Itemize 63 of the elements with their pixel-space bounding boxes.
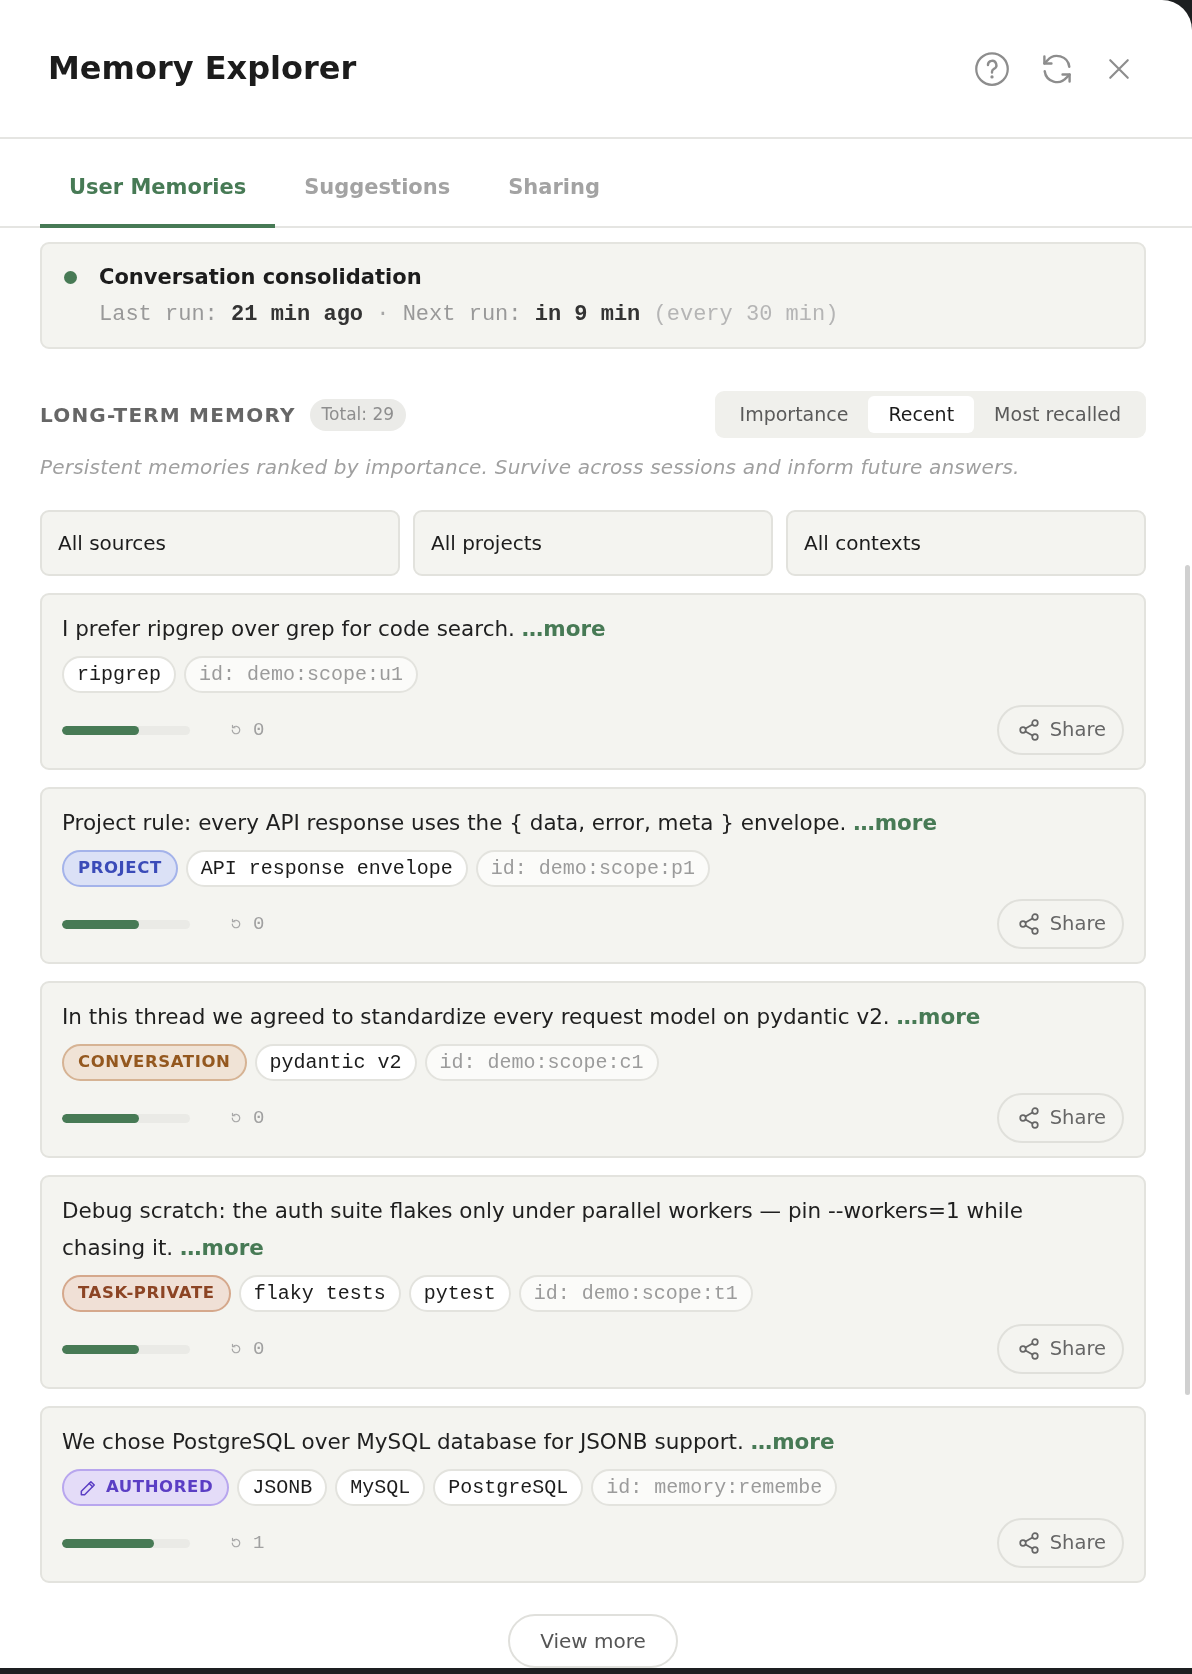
share-button[interactable]: Share: [996, 1518, 1124, 1568]
sort-option[interactable]: Recent: [868, 396, 975, 433]
keyword-tag: pydantic v2: [254, 1044, 417, 1081]
scope-tag: CONVERSATION: [62, 1044, 247, 1081]
keyword-tag: JSONB: [237, 1469, 328, 1506]
section-title: LONG-TERM MEMORY: [40, 401, 296, 429]
more-link[interactable]: …more: [853, 810, 938, 835]
cycle-arrow-icon: [230, 1343, 242, 1355]
recall-count: 0: [253, 717, 265, 743]
window-title: Memory Explorer: [48, 49, 357, 88]
filter-dropdown[interactable]: All sources: [40, 510, 400, 576]
cycle-arrow-icon: [230, 1112, 242, 1124]
memory-text: We chose PostgreSQL over MySQL database for JSONB support. …more: [62, 1428, 836, 1456]
share-icon: [1016, 1531, 1041, 1555]
memory-text: In this thread we agreed to standardize every request model on pydantic v2. …more: [62, 1003, 982, 1031]
cycle-arrow-icon: [230, 1537, 242, 1549]
recall-count: 0: [253, 911, 265, 937]
keyword-tag: pytest: [408, 1275, 511, 1312]
section-description: Persistent memories ranked by importance. Survive across sessions and inform future answers.: [40, 454, 1021, 481]
memory-text: Project rule: every API response uses the { data, error, meta } envelope. …more: [62, 809, 939, 837]
share-button[interactable]: Share: [996, 705, 1124, 755]
sort-option[interactable]: Importance: [719, 396, 869, 433]
cycle-arrow-icon: [230, 724, 242, 736]
id-tag: id: memory:remembe: [591, 1469, 838, 1506]
more-link[interactable]: …more: [750, 1429, 835, 1454]
schedule-text: Last run: 21 min ago · Next run: in 9 min (every 30 min): [99, 301, 840, 329]
id-tag: id: demo:scope:u1: [184, 656, 419, 693]
share-button[interactable]: Share: [996, 899, 1124, 949]
sort-option[interactable]: Most recalled: [974, 396, 1141, 433]
share-button[interactable]: Share: [996, 1324, 1124, 1374]
keyword-tag: MySQL: [335, 1469, 426, 1506]
share-button[interactable]: Share: [996, 1093, 1124, 1143]
id-tag: id: demo:scope:p1: [475, 850, 710, 887]
scope-label: AUTHORED: [106, 1476, 214, 1499]
memory-text: I prefer ripgrep over grep for code search. …more: [62, 615, 607, 643]
recall-count: 0: [253, 1105, 265, 1131]
help-icon[interactable]: [974, 50, 1010, 87]
id-tag: id: demo:scope:c1: [424, 1044, 659, 1081]
filter-dropdown[interactable]: All contexts: [786, 510, 1146, 576]
more-link[interactable]: …more: [521, 616, 606, 641]
more-link[interactable]: …more: [896, 1004, 981, 1029]
share-icon: [1016, 718, 1041, 742]
keyword-tag: ripgrep: [62, 656, 176, 693]
share-icon: [1016, 1337, 1041, 1361]
id-tag: id: demo:scope:t1: [518, 1275, 753, 1312]
share-icon: [1016, 912, 1041, 936]
cycle-arrow-icon: [230, 918, 242, 930]
recall-count: 0: [253, 1336, 265, 1362]
more-link[interactable]: …more: [180, 1235, 264, 1260]
recall-count: 1: [253, 1530, 265, 1556]
tab[interactable]: User Memories: [40, 139, 276, 228]
keyword-tag: PostgreSQL: [433, 1469, 584, 1506]
keyword-tag: flaky tests: [238, 1275, 401, 1312]
job-title: Conversation consolidation: [99, 264, 422, 291]
scrollbar-thumb[interactable]: [1185, 565, 1190, 1395]
filter-dropdown[interactable]: All projects: [413, 510, 773, 576]
share-icon: [1016, 1106, 1041, 1130]
memory-text: Debug scratch: the auth suite flakes only under parallel workers — pin --workers=1 while chasing it. …more: [62, 1197, 1024, 1262]
scope-tag: PROJECT: [62, 850, 178, 887]
total-count: Total: 29: [309, 398, 407, 431]
view-more-button[interactable]: View more: [508, 1614, 678, 1668]
keyword-tag: API response envelope: [185, 850, 468, 887]
scope-tag: TASK-PRIVATE: [62, 1275, 231, 1312]
